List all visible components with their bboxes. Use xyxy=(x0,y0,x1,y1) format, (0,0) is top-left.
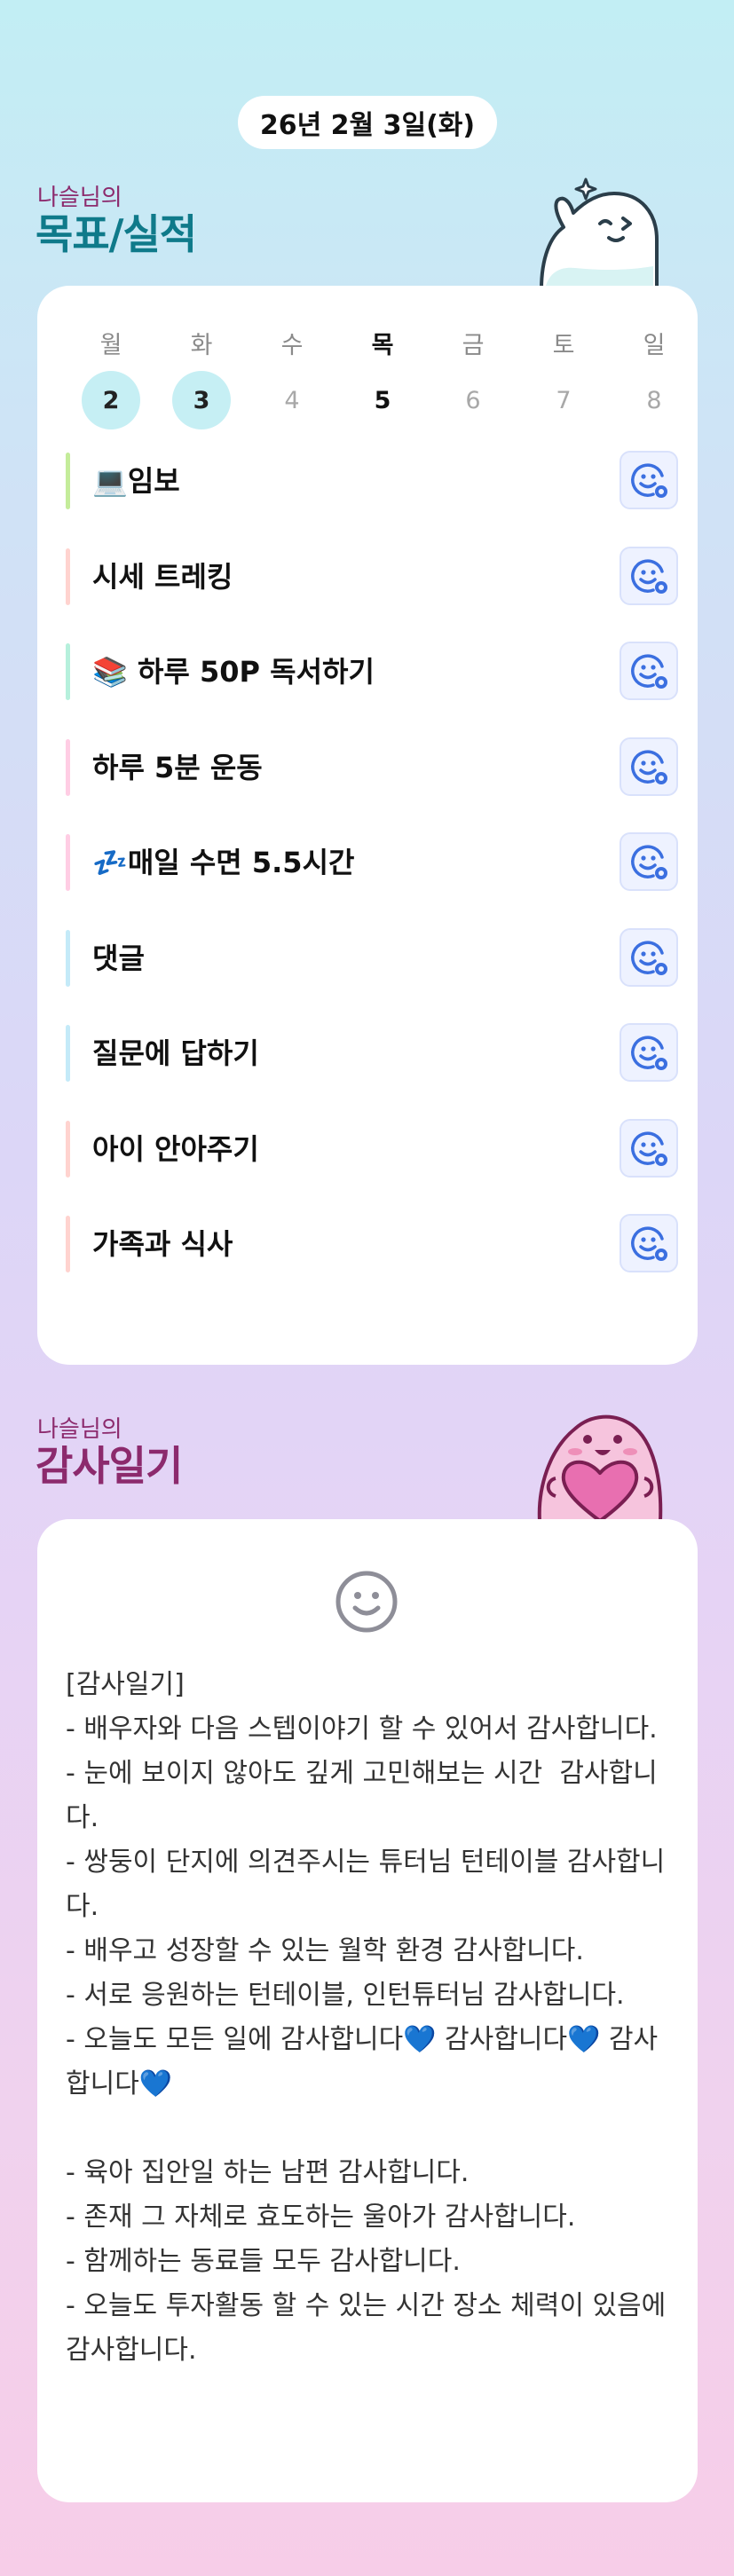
goal-check-button[interactable] xyxy=(620,1214,678,1272)
week-calendar: 월2화3수4목5금6토7일8 xyxy=(82,328,666,429)
goal-row[interactable]: 댓글 xyxy=(66,927,678,989)
mascot-cheer-icon xyxy=(540,177,659,289)
day-number[interactable]: 8 xyxy=(625,371,683,429)
day-0[interactable]: 월2 xyxy=(82,328,140,429)
day-label: 월 xyxy=(99,332,122,359)
goal-row[interactable]: 💤매일 수면 5.5시간 xyxy=(66,831,678,894)
smile-check-icon xyxy=(631,940,667,975)
goal-color-bar xyxy=(66,834,70,891)
day-3[interactable]: 목5 xyxy=(353,328,412,429)
goal-check-button[interactable] xyxy=(620,737,678,796)
goal-text: 가족과 식사 xyxy=(92,1227,233,1261)
day-label: 금 xyxy=(462,332,485,359)
goal-color-bar xyxy=(66,453,70,509)
goal-row[interactable]: 가족과 식사 xyxy=(66,1213,678,1275)
goal-color-bar xyxy=(66,1120,70,1178)
mascot-heart-icon xyxy=(537,1414,663,1521)
goal-row[interactable]: 📚 하루 50P 독서하기 xyxy=(66,641,678,703)
goal-check-button[interactable] xyxy=(620,642,678,700)
goal-check-button[interactable] xyxy=(620,927,678,987)
goal-color-bar xyxy=(66,1025,70,1082)
goal-row[interactable]: 아이 안아주기 xyxy=(66,1118,678,1180)
goal-section-title: 목표/실적 xyxy=(36,210,197,258)
day-number[interactable]: 3 xyxy=(172,371,231,429)
goal-check-button[interactable] xyxy=(620,832,678,891)
day-1[interactable]: 화3 xyxy=(172,328,231,429)
goal-color-bar xyxy=(66,929,70,987)
smile-check-icon xyxy=(631,654,667,689)
goal-text: 질문에 답하기 xyxy=(92,1036,259,1070)
goal-check-button[interactable] xyxy=(620,451,678,509)
goal-text: 아이 안아주기 xyxy=(92,1131,259,1166)
day-label: 목 xyxy=(371,332,394,359)
gratitude-card: [감사일기] - 배우자와 다음 스텝이야기 할 수 있어서 감사합니다. - … xyxy=(37,1519,698,2502)
goal-row[interactable]: 💻임보 xyxy=(66,450,678,512)
goal-check-button[interactable] xyxy=(620,1118,678,1178)
goal-text: 시세 트레킹 xyxy=(92,559,233,594)
day-number[interactable]: 2 xyxy=(82,371,140,429)
day-6[interactable]: 일8 xyxy=(625,328,683,429)
smile-check-icon xyxy=(631,1036,667,1070)
day-5[interactable]: 토7 xyxy=(534,328,593,429)
goal-row[interactable]: 하루 5분 운동 xyxy=(66,737,678,799)
goal-row[interactable]: 질문에 답하기 xyxy=(66,1022,678,1084)
day-number[interactable]: 7 xyxy=(534,371,593,429)
goal-color-bar xyxy=(66,643,70,700)
day-label: 수 xyxy=(280,332,304,359)
gratitude-text[interactable]: [감사일기] - 배우자와 다음 스텝이야기 할 수 있어서 감사합니다. - … xyxy=(66,1663,678,2373)
day-4[interactable]: 금6 xyxy=(444,328,502,429)
date-pill[interactable]: 26년 2월 3일(화) xyxy=(238,96,497,149)
smile-check-icon xyxy=(631,1226,667,1261)
goal-text: 📚 하루 50P 독서하기 xyxy=(92,655,375,689)
goal-color-bar xyxy=(66,547,70,605)
goal-text: 💤매일 수면 5.5시간 xyxy=(92,846,355,879)
gratitude-section-title: 감사일기 xyxy=(36,1442,183,1490)
goal-check-button[interactable] xyxy=(620,546,678,605)
day-number[interactable]: 6 xyxy=(444,371,502,429)
goal-card: 월2화3수4목5금6토7일8 💻임보 시세 트레킹 📚 하루 50P 독서하기 하루 … xyxy=(37,286,698,1365)
smile-icon[interactable] xyxy=(334,1569,399,1635)
goal-color-bar xyxy=(66,738,70,796)
smile-check-icon xyxy=(631,749,667,784)
goal-text: 💻임보 xyxy=(92,464,180,498)
smile-check-icon xyxy=(631,463,667,498)
day-label: 화 xyxy=(190,332,213,359)
goal-check-button[interactable] xyxy=(620,1023,678,1082)
day-number[interactable]: 5 xyxy=(353,371,412,429)
day-label: 토 xyxy=(552,332,575,359)
day-label: 일 xyxy=(643,332,666,359)
smile-check-icon xyxy=(631,1130,667,1166)
goal-text: 댓글 xyxy=(92,941,145,975)
goal-text: 하루 5분 운동 xyxy=(92,750,263,784)
goal-row[interactable]: 시세 트레킹 xyxy=(66,546,678,608)
goal-color-bar xyxy=(66,1216,70,1272)
day-2[interactable]: 수4 xyxy=(263,328,321,429)
day-number[interactable]: 4 xyxy=(263,371,321,429)
smile-check-icon xyxy=(631,845,667,879)
smile-check-icon xyxy=(631,558,667,594)
